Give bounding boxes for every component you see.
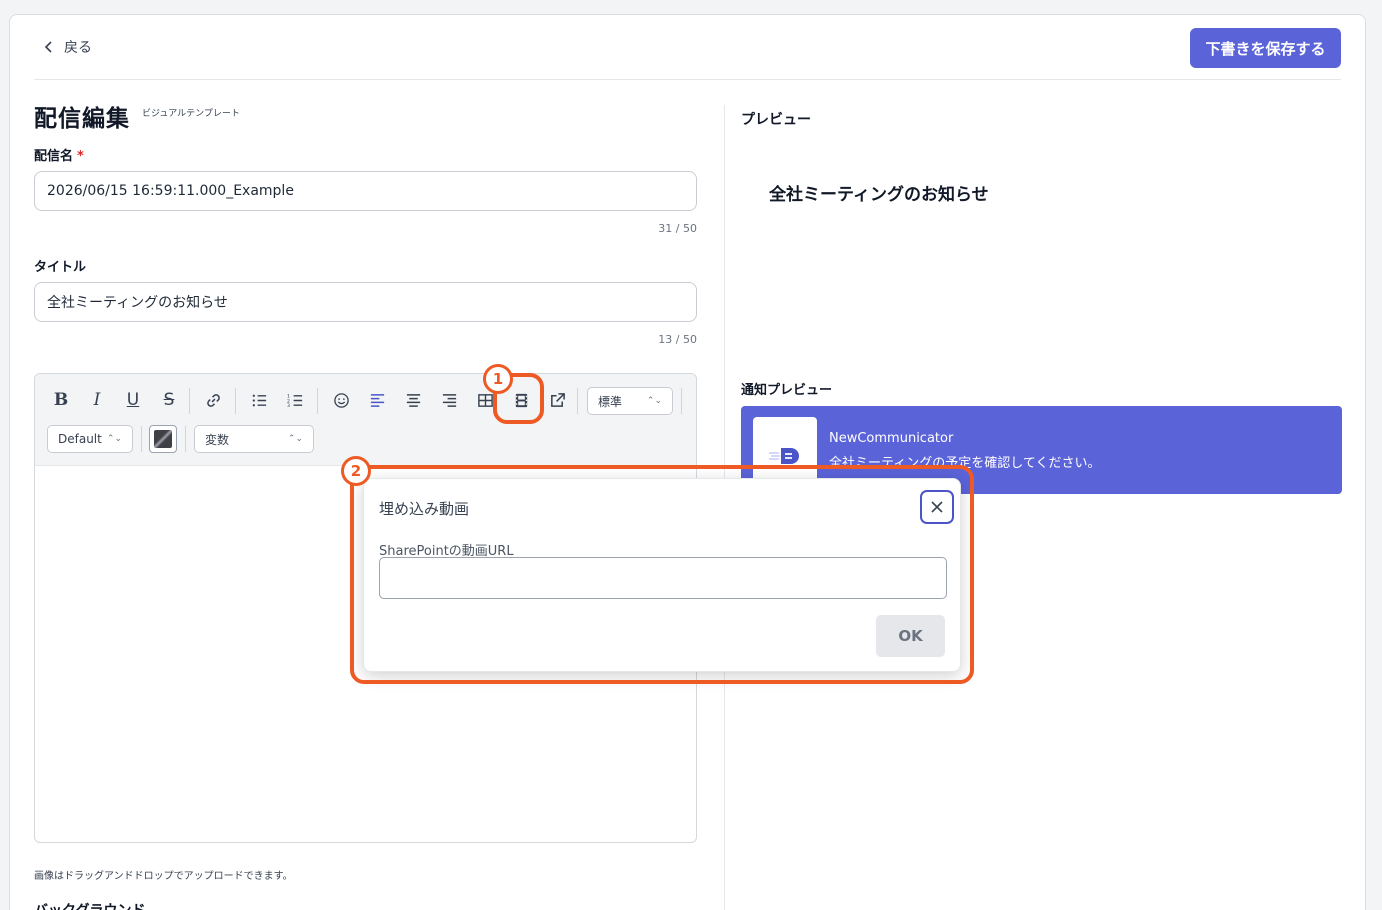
text-size-value: 標準 xyxy=(598,394,623,409)
title-label: タイトル xyxy=(34,260,87,275)
name-input-value: 2026/06/15 16:59:11.000_Example xyxy=(47,183,294,199)
svg-text:3: 3 xyxy=(287,403,290,409)
text-color-button[interactable] xyxy=(149,425,177,453)
upload-hint: 画像はドラッグアンドドロップでアップロードできます。 xyxy=(34,871,293,882)
back-label: 戻る xyxy=(64,40,92,56)
toolbar-separator xyxy=(317,388,318,414)
annotation-badge-2: 2 xyxy=(341,456,371,486)
bold-button[interactable]: B xyxy=(47,386,75,414)
chevron-left-icon xyxy=(44,41,52,53)
chevron-updown-icon: ⌃⌄ xyxy=(106,434,122,444)
chevron-updown-icon: ⌃⌄ xyxy=(646,396,662,406)
numbered-list-button[interactable]: 123 xyxy=(281,386,309,414)
toolbar-separator xyxy=(141,426,142,452)
toolbar-separator xyxy=(189,388,190,414)
back-link[interactable]: 戻る xyxy=(42,37,92,57)
toolbar-separator xyxy=(235,388,236,414)
name-label-text: 配信名 xyxy=(34,149,74,164)
highlight-box-2 xyxy=(350,465,974,684)
main-card: 戻る 下書きを保存する 配信編集 ビジュアルテンプレート 配信名 * 2026/0… xyxy=(9,14,1366,910)
external-link-button[interactable] xyxy=(543,386,571,414)
link-icon xyxy=(206,393,220,407)
preview-label: プレビュー xyxy=(741,112,811,128)
title-input-value: 全社ミーティングのお知らせ xyxy=(47,295,228,311)
align-center-button[interactable] xyxy=(399,386,427,414)
emoji-button[interactable] xyxy=(327,386,355,414)
required-mark: * xyxy=(77,149,84,164)
italic-button[interactable]: I xyxy=(83,386,111,414)
preview-title: 全社ミーティングのお知らせ xyxy=(769,185,989,205)
save-draft-button[interactable]: 下書きを保存する xyxy=(1190,28,1341,68)
chevron-updown-icon: ⌃⌄ xyxy=(287,434,303,444)
name-input[interactable]: 2026/06/15 16:59:11.000_Example xyxy=(34,171,697,211)
table-icon xyxy=(477,393,493,407)
text-size-select[interactable]: 標準 ⌃⌄ xyxy=(587,387,673,415)
newcommunicator-logo xyxy=(769,447,799,464)
toolbar-separator xyxy=(185,426,186,452)
align-center-icon xyxy=(406,393,420,407)
toolbar-separator xyxy=(577,388,578,414)
emoji-icon xyxy=(333,392,349,408)
name-counter: 31 / 50 xyxy=(658,222,697,235)
top-bar: 戻る 下書きを保存する xyxy=(34,15,1341,80)
page-subtitle: ビジュアルテンプレート xyxy=(142,109,240,119)
notification-preview-label: 通知プレビュー xyxy=(741,383,833,398)
strikethrough-button[interactable]: S xyxy=(155,386,183,414)
variable-select[interactable]: 変数 ⌃⌄ xyxy=(194,425,314,453)
title-input[interactable]: 全社ミーティングのお知らせ xyxy=(34,282,697,322)
title-counter: 13 / 50 xyxy=(658,333,697,346)
font-family-value: Default xyxy=(58,432,102,446)
editor-toolbar: B I U S 123 標準 ⌃⌄ Default ⌃⌄ 変数 ⌃⌄ xyxy=(35,374,696,466)
font-family-select[interactable]: Default ⌃⌄ xyxy=(47,425,133,453)
color-swatch xyxy=(154,430,172,448)
toolbar-separator xyxy=(681,388,682,414)
bullet-list-icon xyxy=(252,394,266,406)
bullet-list-button[interactable] xyxy=(245,386,273,414)
align-right-icon xyxy=(442,393,456,407)
background-label: バックグラウンド xyxy=(34,900,145,910)
numbered-list-icon: 123 xyxy=(287,393,302,409)
variable-value: 変数 xyxy=(205,432,230,447)
name-label: 配信名 * xyxy=(34,145,84,164)
notification-app-name: NewCommunicator xyxy=(829,431,954,446)
align-left-icon xyxy=(370,393,384,407)
align-right-button[interactable] xyxy=(435,386,463,414)
page-title: 配信編集 xyxy=(34,106,130,132)
annotation-badge-1: 1 xyxy=(483,364,513,394)
underline-button[interactable]: U xyxy=(119,386,147,414)
external-link-icon xyxy=(550,392,565,407)
link-button[interactable] xyxy=(199,386,227,414)
align-left-button[interactable] xyxy=(363,386,391,414)
